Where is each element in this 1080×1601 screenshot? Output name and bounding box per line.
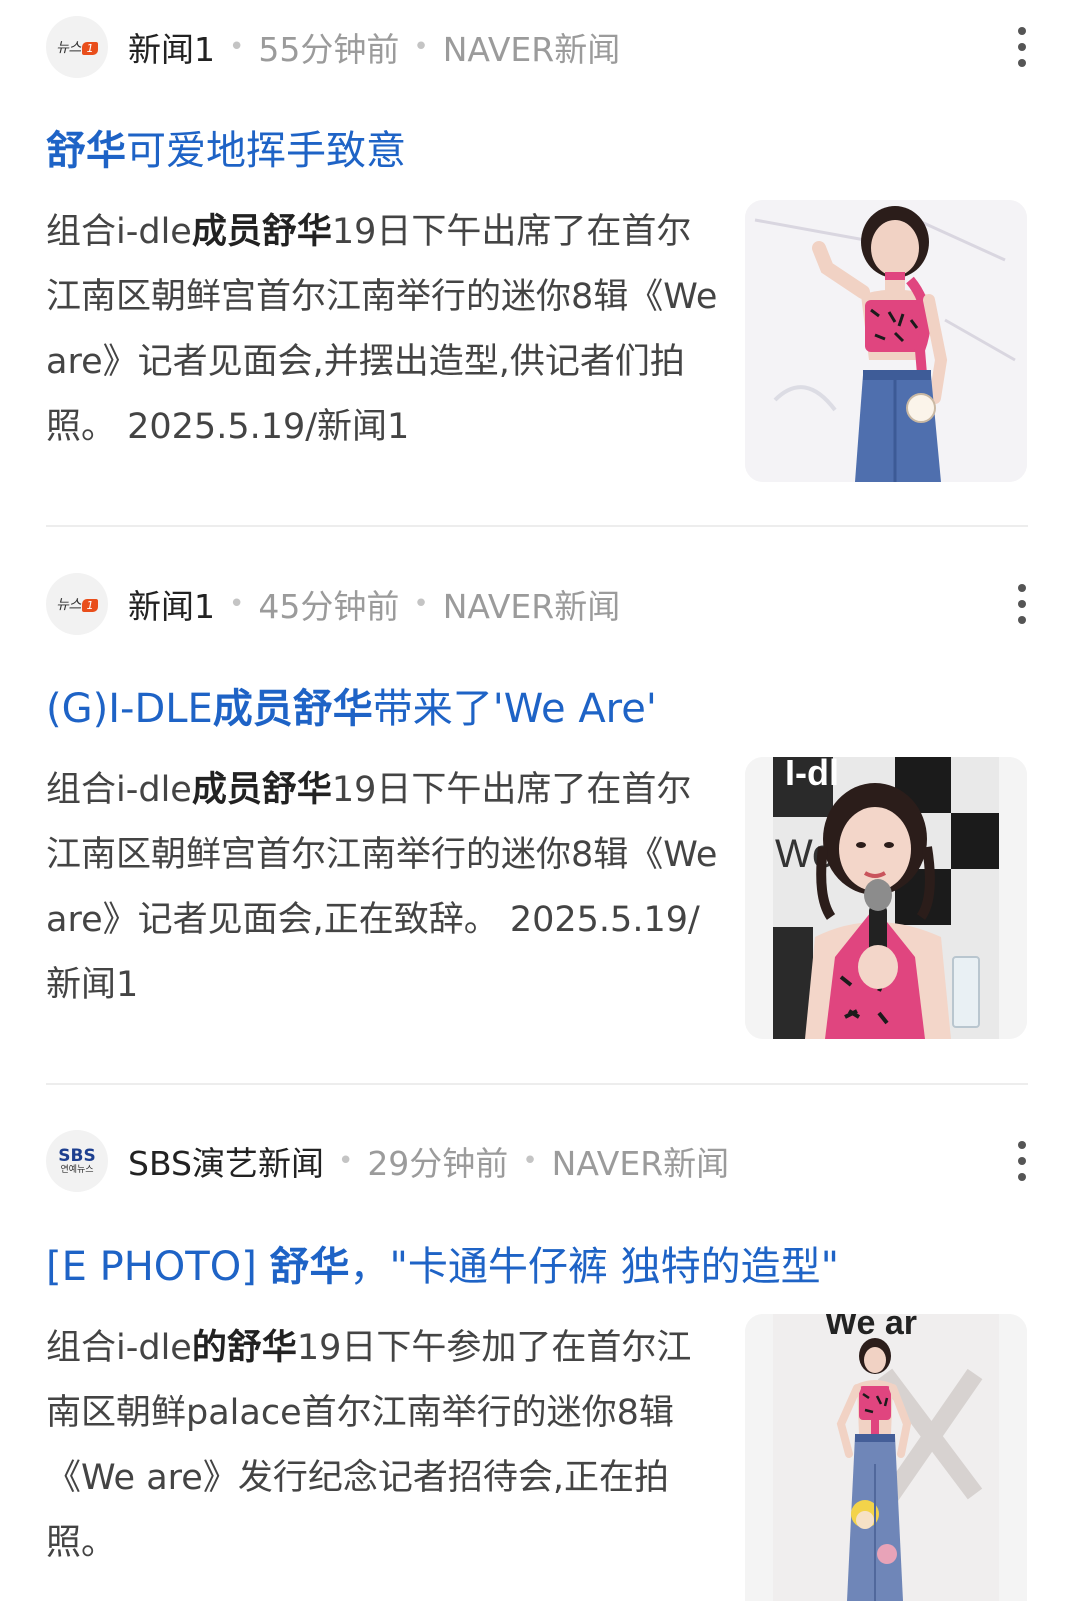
backdrop-text: I-dl <box>785 757 839 793</box>
platform-name: NAVER新闻 <box>442 30 621 69</box>
timestamp: 29分钟前 <box>367 1144 509 1183</box>
article-title[interactable]: [E PHOTO] 舒华，"卡通牛仔裤 独特的造型" <box>46 1234 839 1292</box>
source-name[interactable]: 新闻1 <box>128 23 215 71</box>
more-options-icon[interactable] <box>1010 1141 1034 1181</box>
article-snippet: 组合i-dle的舒华19日下午参加了在首尔江南区朝鲜palace首尔江南举行的迷… <box>46 1328 692 1563</box>
article-snippet: 组合i-dle成员舒华19日下午出席了在首尔江南区朝鲜宫首尔江南举行的迷你8辑《… <box>46 770 718 1005</box>
timestamp: 45分钟前 <box>258 587 400 626</box>
card-divider <box>46 1083 1028 1085</box>
article-meta: SBS演艺新闻 • 29分钟前 • NAVER新闻 <box>128 1130 729 1192</box>
news1-logo: 뉴스 1 <box>46 573 108 635</box>
article-meta: 新闻1 • 55分钟前 • NAVER新闻 <box>128 16 620 78</box>
more-options-icon[interactable] <box>1010 584 1034 624</box>
article-meta: 新闻1 • 45分钟前 • NAVER新闻 <box>128 573 620 635</box>
article-title[interactable]: (G)I-DLE成员舒华带来了'We Are' <box>46 676 657 734</box>
more-options-icon[interactable] <box>1010 27 1034 67</box>
card-divider <box>46 525 1028 527</box>
article-snippet: 组合i-dle成员舒华19日下午出席了在首尔江南区朝鲜宫首尔江南举行的迷你8辑《… <box>46 212 718 447</box>
timestamp: 55分钟前 <box>258 30 400 69</box>
sbs-logo: SBS 연예뉴스 <box>46 1130 108 1192</box>
news1-logo: 뉴스 1 <box>46 16 108 78</box>
platform-name: NAVER新闻 <box>551 1144 730 1183</box>
backdrop-text: We ar <box>825 1314 917 1342</box>
article-thumbnail[interactable]: I-dl We <box>745 757 1027 1039</box>
article-thumbnail[interactable] <box>745 200 1027 482</box>
article-title[interactable]: 舒华可爱地挥手致意 <box>46 118 406 176</box>
platform-name: NAVER新闻 <box>442 587 621 626</box>
source-name[interactable]: 新闻1 <box>128 580 215 628</box>
article-thumbnail[interactable]: We ar <box>745 1314 1027 1601</box>
source-name[interactable]: SBS演艺新闻 <box>128 1137 324 1185</box>
